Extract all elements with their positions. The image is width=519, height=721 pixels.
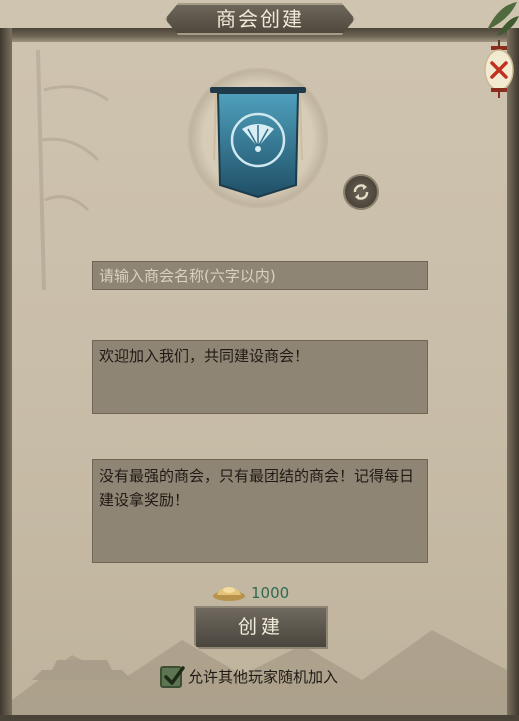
- refresh-emblem-button[interactable]: [343, 174, 379, 210]
- frame-right: [507, 28, 519, 721]
- guild-slogan-text: 欢迎加入我们，共同建设商会！: [99, 347, 310, 365]
- allow-random-join-checkbox[interactable]: [160, 666, 185, 688]
- guild-name-input[interactable]: [99, 264, 421, 288]
- refresh-icon: [353, 184, 369, 200]
- bamboo-decoration: [36, 50, 109, 290]
- guild-notice-field[interactable]: 没有最强的商会，只有最团结的商会！记得每日建设拿奖励！: [92, 459, 428, 563]
- cost-value: 1000: [251, 584, 290, 602]
- gold-ingot-icon: [213, 587, 245, 601]
- checkmark-icon: [164, 666, 185, 685]
- guild-notice-text: 没有最强的商会，只有最团结的商会！记得每日建设拿奖励！: [99, 467, 415, 509]
- leaf-decoration-icon: [487, 2, 519, 36]
- guild-banner-icon[interactable]: [208, 85, 308, 205]
- guild-name-field[interactable]: [92, 261, 428, 290]
- lantern-close-icon: [484, 40, 514, 98]
- dialog-title: 商会创建: [216, 7, 304, 31]
- close-button[interactable]: [483, 40, 515, 98]
- guild-slogan-field[interactable]: 欢迎加入我们，共同建设商会！: [92, 340, 428, 414]
- frame-left: [0, 28, 12, 721]
- create-guild-dialog: 商会创建 请输入商会名称(六字以内) 欢迎加入我们，共同建设商会！ 没有最强的商…: [0, 0, 519, 721]
- frame-bottom: [0, 715, 519, 721]
- create-button[interactable]: [194, 606, 328, 649]
- allow-random-join-label: 允许其他玩家随机加入: [188, 668, 339, 686]
